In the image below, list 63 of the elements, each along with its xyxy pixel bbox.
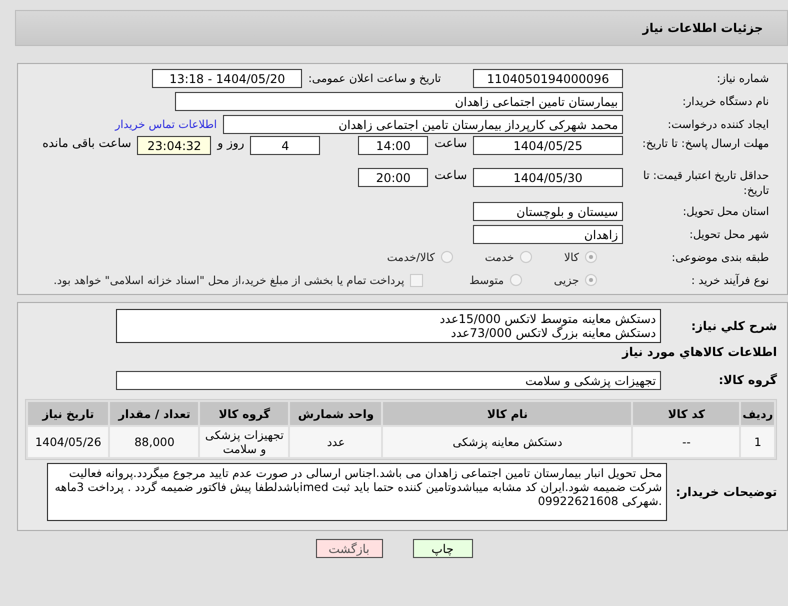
radio-button[interactable] [520,251,532,263]
action-button[interactable]: چاپ [412,539,472,558]
option-label: جزیی [554,274,579,286]
date-field: 1404/05/25 [473,136,623,155]
field-label: حداقل تاریخ اعتبار قیمت: تا تاریخ: [642,168,769,198]
table-cell: 1404/05/26 [28,427,108,457]
field-label: استان محل تحویل: [682,204,769,218]
radio-button[interactable] [440,251,453,263]
radio-button[interactable] [585,274,597,286]
column-header: ردیف [741,402,774,425]
announce-date-field: 1404/05/20 - 13:18 [152,68,302,88]
date-field: 1404/05/30 [473,168,623,187]
buyer-contact-link[interactable]: اطلاعات تماس خریدار [115,118,217,130]
remaining-label: ساعت باقی مانده [42,136,132,150]
time-label: ساعت [434,136,467,150]
field-label: طبقه بندی موضوعی: [670,250,769,264]
table-cell: 1 [741,427,774,457]
field-label: شرح کلي نياز: [690,319,777,333]
days-field: 4 [250,136,320,155]
time-field: 14:00 [358,136,428,155]
field-label: تاریخ و ساعت اعلان عمومی: [308,72,441,84]
field-label: ایجاد کننده درخواست: [666,118,769,130]
radio-button[interactable] [585,251,597,263]
time-field: 20:00 [358,168,428,187]
checkbox[interactable] [410,274,424,286]
column-header: نام کالا [383,402,632,425]
need-number-field: 1104050194000096 [473,68,623,88]
city-field: زاهدان [473,224,623,244]
checkbox-label: پرداخت تمام یا بخشی از مبلغ خرید،از محل "اسناد خزانه اسلامی" خواهد بود. [54,274,404,286]
time-label: ساعت [434,168,467,182]
goods-group-field: تجهیزات پزشکی و سلامت [116,370,661,390]
buyer-org-field: بیمارستان تامین اجتماعی زاهدان [175,92,623,110]
table-cell: عدد [290,427,382,457]
column-header: تعداد / مقدار [110,402,198,425]
option-label: کالا [564,250,579,264]
column-header: تاریخ نیاز [28,402,108,425]
table-cell: 88,000 [110,427,198,457]
page-title: جزئیات اطلاعات نیاز [642,21,763,35]
field-label: شماره نیاز: [716,72,769,84]
buyer-notes-field: محل تحویل انبار بیمارستان تامین اجتماعی زاهدان می باشد.اجناس ارسالی در صورت عدم تایید مرجوع میگردد.پروانه فعالیت شرکت ضمیمه شود.ایران کد مشابه میباشدوتامین کننده حتما باید ثبت imedباشدلطفا پیش فاکتور ضمیمه گردد . پرداخت 3ماهه .شهرکی 09922621608 [47,463,667,521]
radio-button[interactable] [510,274,522,286]
field-label: نوع فرآیند خرید : [690,274,769,286]
action-button[interactable]: بازگشت [316,539,382,558]
description-field: دستکش معاینه متوسط لاتکس 15/000عدد دستکش معاینه بزرگ لاتکس 73/000عدد [116,309,661,343]
field-label: توضیحات خریدار: [674,485,777,499]
section-heading: اطلاعات کالاهاي مورد نياز [620,345,777,359]
column-header: گروه کالا [200,402,288,425]
field-label: شهر محل تحویل: [688,228,769,240]
column-header: کد کالا [633,402,740,425]
field-label: گروه کالا: [718,373,777,387]
option-label: خدمت [484,250,514,264]
column-header: واحد شمارش [290,402,382,425]
requester-field: محمد شهرکی کارپرداز بیمارستان تامین اجتماعی زاهدان [223,114,623,134]
option-label: کالا/خدمت [387,250,435,264]
table-cell: تجهیزات پزشکی و سلامت [200,427,288,457]
days-label: روز و [217,136,244,150]
remaining-time-field: 23:04:32 [137,136,212,155]
table-cell: -- [633,427,740,457]
table-cell: دستکش معاینه پزشکی [383,427,632,457]
province-field: سیستان و بلوچستان [473,202,623,220]
option-label: متوسط [469,274,504,286]
field-label: مهلت ارسال پاسخ: تا تاریخ: [641,136,769,151]
field-label: نام دستگاه خریدار: [681,94,769,108]
